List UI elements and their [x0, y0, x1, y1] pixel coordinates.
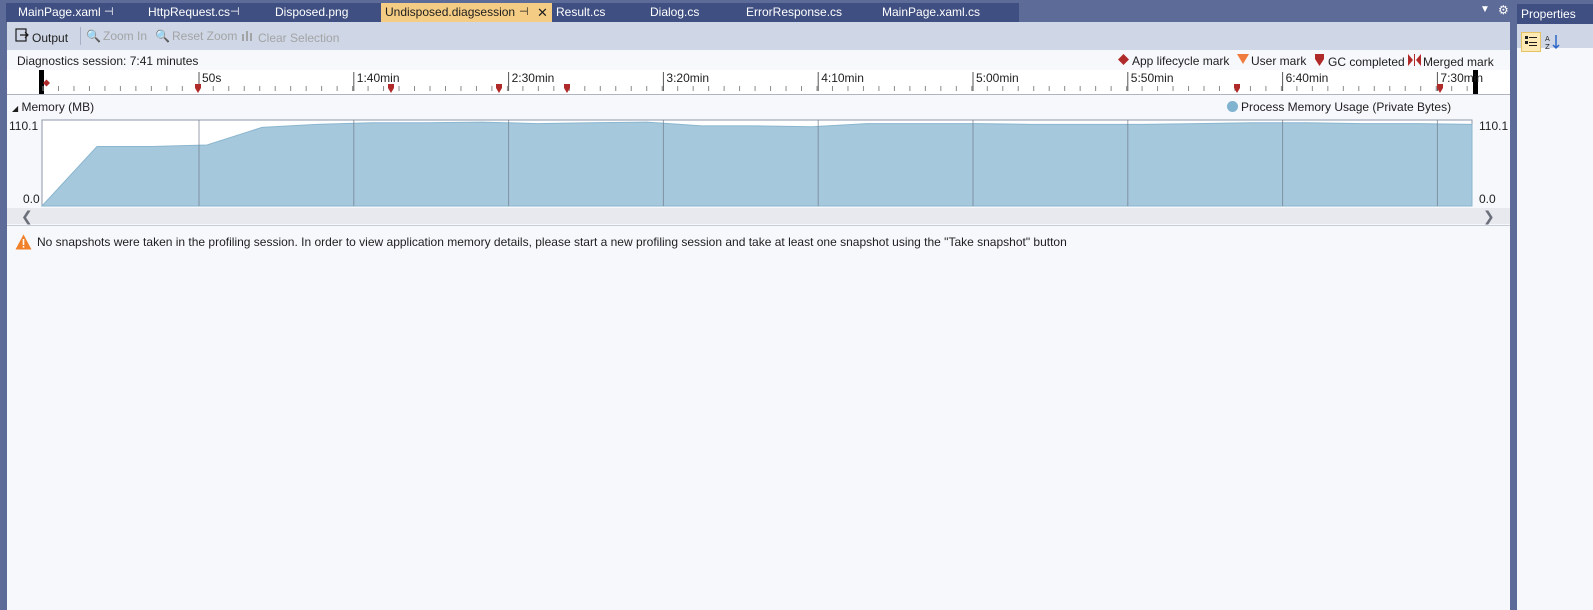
legend-app-lifecycle-label: App lifecycle mark: [1132, 54, 1230, 68]
memory-legend-label: Process Memory Usage (Private Bytes): [1241, 100, 1452, 114]
reset-zoom-icon: 🔍: [155, 29, 170, 43]
scroll-left-icon[interactable]: ❮: [21, 208, 33, 224]
zoom-in-icon: 🔍: [86, 29, 101, 43]
output-icon: [15, 28, 29, 46]
tab-label: Disposed.png: [275, 5, 349, 19]
legend-user-mark: User mark: [1236, 54, 1306, 68]
pin-icon[interactable]: ⊣: [230, 3, 240, 22]
tab-mainpage-xaml[interactable]: MainPage.xaml ⊣: [6, 3, 136, 22]
diamond-icon: [1117, 54, 1130, 68]
memory-legend: Process Memory Usage (Private Bytes): [1227, 100, 1451, 114]
timeline-ruler-graphic: 50s 1:40min 2:30min 3:20min 4:10min 5:00min 5:…: [39, 70, 1483, 94]
tab-undisposed-diagsession[interactable]: Undisposed.diagsession ⊣ ✕: [381, 3, 552, 22]
tab-disposed-png[interactable]: Disposed.png: [263, 3, 381, 22]
legend-gc-completed-label: GC completed: [1328, 55, 1405, 69]
legend-user-mark-label: User mark: [1251, 54, 1307, 68]
app-lifecycle-marker: [43, 79, 50, 87]
close-icon[interactable]: ✕: [537, 3, 548, 22]
memory-chart-graphic: [40, 119, 1473, 207]
panel-splitter[interactable]: [1510, 22, 1517, 610]
triangle-down-icon: [1236, 54, 1249, 68]
output-button[interactable]: Output: [15, 28, 69, 46]
toolbar-separator: [80, 27, 81, 45]
diagnostics-toolbar: Output 🔍 Zoom In 🔍 Reset Zoom Clear Select…: [7, 22, 1510, 50]
memory-section-title[interactable]: ◢ Memory (MB): [12, 100, 94, 114]
legend-merged-mark-label: Merged mark: [1423, 55, 1494, 69]
tab-label: MainPage.xaml.cs: [882, 5, 981, 19]
legend-gc-completed: GC completed: [1313, 54, 1405, 69]
tab-result-cs[interactable]: Result.cs: [552, 3, 645, 22]
session-title: Diagnostics session: 7:41 minutes: [17, 54, 199, 68]
horizontal-scrollbar[interactable]: ❮ ❯: [7, 208, 1510, 224]
merged-mark-icon: [1408, 54, 1421, 69]
tab-list-dropdown-icon[interactable]: ▼: [1480, 4, 1490, 15]
tab-label: HttpRequest.cs: [148, 5, 231, 19]
gc-marker-icon: [1313, 54, 1326, 69]
properties-title[interactable]: Properties: [1517, 4, 1593, 24]
reset-zoom-button[interactable]: 🔍 Reset Zoom: [155, 28, 237, 44]
tab-label: Undisposed.diagsession: [385, 5, 516, 19]
series-dot-icon: [1227, 101, 1238, 112]
tab-label: Dialog.cs: [650, 5, 700, 19]
gc-marker: [1437, 84, 1443, 93]
gc-marker: [1234, 84, 1240, 93]
notice-text: No snapshots were taken in the profiling…: [37, 235, 1067, 249]
tab-label: MainPage.xaml: [18, 5, 101, 19]
tab-mainpage-xaml-cs[interactable]: MainPage.xaml.cs: [877, 3, 1019, 22]
memory-title-label: Memory (MB): [21, 100, 95, 114]
zoom-in-label: Zoom In: [103, 29, 148, 43]
properties-panel: Properties AZ: [1517, 4, 1593, 610]
gear-icon[interactable]: ⚙: [1498, 3, 1509, 17]
time-label: 3:20min: [666, 71, 709, 85]
memory-series-area: [40, 121, 1473, 207]
tab-httprequest-cs[interactable]: HttpRequest.cs ⊣: [136, 3, 263, 22]
collapse-triangle-icon: ◢: [12, 104, 19, 113]
legend-merged-mark: Merged mark: [1408, 54, 1494, 69]
output-label: Output: [32, 31, 69, 45]
document-tab-strip: MainPage.xaml ⊣ HttpRequest.cs ⊣ Dispose…: [0, 0, 1522, 22]
categorized-view-icon[interactable]: [1521, 32, 1541, 52]
reset-zoom-label: Reset Zoom: [172, 29, 238, 43]
tab-label: ErrorResponse.cs: [746, 5, 843, 19]
gc-marker: [496, 84, 502, 93]
gc-marker: [564, 84, 570, 93]
time-label: 4:10min: [821, 71, 864, 85]
time-label: 7:30min: [1440, 71, 1483, 85]
time-label: 5:00min: [976, 71, 1019, 85]
clear-selection-label: Clear Selection: [258, 31, 340, 45]
clear-selection-icon: [241, 28, 255, 46]
time-label: 50s: [202, 71, 221, 85]
time-label: 5:50min: [1131, 71, 1174, 85]
gc-marker: [388, 84, 394, 93]
zoom-in-button[interactable]: 🔍 Zoom In: [86, 28, 147, 44]
legend-app-lifecycle: App lifecycle mark: [1117, 54, 1229, 68]
scroll-right-icon[interactable]: ❯: [1483, 208, 1495, 224]
warning-icon: [15, 234, 32, 253]
memory-section-header: ◢ Memory (MB) Process Memory Usage (Priv…: [7, 96, 1510, 118]
alphabetical-sort-icon[interactable]: AZ: [1544, 33, 1562, 51]
timeline-ruler[interactable]: 50s 1:40min 2:30min 3:20min 4:10min 5:00min 5:…: [7, 70, 1510, 95]
svg-text:Z: Z: [1545, 43, 1550, 51]
tab-errorresponse-cs[interactable]: ErrorResponse.cs: [741, 3, 877, 22]
diagnostics-document: Output 🔍 Zoom In 🔍 Reset Zoom Clear Select…: [7, 22, 1510, 610]
session-header: Diagnostics session: 7:41 minutes App li…: [7, 50, 1510, 72]
time-label: 6:40min: [1286, 71, 1329, 85]
time-label: 2:30min: [512, 71, 555, 85]
pin-icon[interactable]: ⊣: [104, 3, 114, 22]
tab-label: Result.cs: [556, 5, 606, 19]
memory-chart[interactable]: 110.1 0.0 110.1 0.0: [7, 118, 1510, 208]
tab-dialog-cs[interactable]: Dialog.cs: [645, 3, 741, 22]
clear-selection-button[interactable]: Clear Selection: [241, 28, 340, 46]
gc-marker: [195, 84, 201, 93]
splitter[interactable]: [7, 225, 1510, 226]
svg-text:A: A: [1545, 35, 1550, 43]
time-label: 1:40min: [357, 71, 400, 85]
pin-icon[interactable]: ⊣: [519, 3, 529, 22]
